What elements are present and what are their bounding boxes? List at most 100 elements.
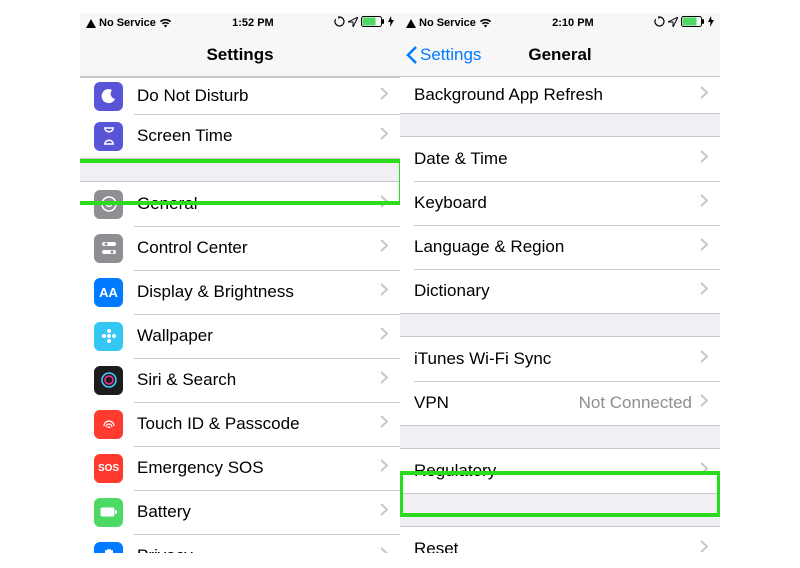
row-label: Touch ID & Passcode bbox=[137, 414, 380, 434]
row-battery[interactable]: Battery bbox=[80, 490, 400, 534]
wifi-icon bbox=[479, 18, 492, 28]
location-icon bbox=[348, 17, 358, 30]
chevron-right-icon bbox=[700, 150, 708, 168]
row-label: Reset bbox=[414, 539, 700, 553]
row-label: General bbox=[137, 194, 380, 214]
settings-list[interactable]: Do Not Disturb Screen Time General Contr… bbox=[80, 77, 400, 553]
hourglass-icon bbox=[94, 122, 123, 151]
section-gap bbox=[400, 493, 720, 527]
location-icon bbox=[668, 17, 678, 30]
chevron-right-icon bbox=[380, 415, 388, 433]
wifi-icon bbox=[159, 18, 172, 28]
page-title: Settings bbox=[206, 45, 273, 65]
refresh-icon bbox=[654, 16, 665, 30]
row-display-brightness[interactable]: AA Display & Brightness bbox=[80, 270, 400, 314]
row-label: Display & Brightness bbox=[137, 282, 380, 302]
carrier-text: No Service bbox=[99, 17, 156, 29]
row-label: Regulatory bbox=[414, 461, 700, 481]
row-label: Date & Time bbox=[414, 149, 700, 169]
section-gap bbox=[80, 158, 400, 182]
chevron-right-icon bbox=[380, 371, 388, 389]
row-label: VPN bbox=[414, 393, 579, 413]
row-vpn[interactable]: VPN Not Connected bbox=[400, 381, 720, 425]
chevron-right-icon bbox=[700, 282, 708, 300]
row-label: iTunes Wi-Fi Sync bbox=[414, 349, 700, 369]
chevron-right-icon bbox=[380, 503, 388, 521]
row-siri-search[interactable]: Siri & Search bbox=[80, 358, 400, 402]
chevron-right-icon bbox=[700, 350, 708, 368]
status-bar: No Service 1:52 PM bbox=[80, 13, 400, 33]
row-general[interactable]: General bbox=[80, 182, 400, 226]
siri-icon bbox=[94, 366, 123, 395]
nav-bar: Settings bbox=[80, 33, 400, 77]
moon-icon bbox=[94, 82, 123, 111]
chevron-right-icon bbox=[380, 459, 388, 477]
nav-bar: Settings General bbox=[400, 33, 720, 77]
battery-icon bbox=[361, 16, 385, 30]
row-touch-id[interactable]: Touch ID & Passcode bbox=[80, 402, 400, 446]
row-label: Wallpaper bbox=[137, 326, 380, 346]
flower-icon bbox=[94, 322, 123, 351]
general-list[interactable]: Background App Refresh Date & Time Keybo… bbox=[400, 77, 720, 553]
chevron-right-icon bbox=[380, 87, 388, 105]
row-control-center[interactable]: Control Center bbox=[80, 226, 400, 270]
row-label: Keyboard bbox=[414, 193, 700, 213]
status-time: 1:52 PM bbox=[232, 17, 274, 29]
charging-icon bbox=[708, 16, 714, 30]
row-language-region[interactable]: Language & Region bbox=[400, 225, 720, 269]
chevron-right-icon bbox=[380, 283, 388, 301]
chevron-right-icon bbox=[700, 394, 708, 412]
status-time: 2:10 PM bbox=[552, 17, 594, 29]
chevron-right-icon bbox=[380, 195, 388, 213]
warning-icon bbox=[406, 19, 416, 28]
refresh-icon bbox=[334, 16, 345, 30]
carrier-text: No Service bbox=[419, 17, 476, 29]
section-gap bbox=[400, 113, 720, 137]
sos-icon: SOS bbox=[94, 454, 123, 483]
status-bar: No Service 2:10 PM bbox=[400, 13, 720, 33]
charging-icon bbox=[388, 16, 394, 30]
chevron-right-icon bbox=[380, 239, 388, 257]
row-label: Do Not Disturb bbox=[137, 86, 380, 106]
chevron-right-icon bbox=[700, 86, 708, 104]
row-regulatory[interactable]: Regulatory bbox=[400, 449, 720, 493]
row-label: Emergency SOS bbox=[137, 458, 380, 478]
chevron-right-icon bbox=[700, 540, 708, 553]
row-date-time[interactable]: Date & Time bbox=[400, 137, 720, 181]
row-label: Siri & Search bbox=[137, 370, 380, 390]
row-label: Background App Refresh bbox=[414, 85, 700, 105]
row-itunes-wifi-sync[interactable]: iTunes Wi-Fi Sync bbox=[400, 337, 720, 381]
battery-icon bbox=[94, 498, 123, 527]
hand-icon bbox=[94, 542, 123, 554]
chevron-right-icon bbox=[380, 547, 388, 553]
section-gap bbox=[400, 425, 720, 449]
row-label: Battery bbox=[137, 502, 380, 522]
battery-icon bbox=[681, 16, 705, 30]
row-label: Language & Region bbox=[414, 237, 700, 257]
chevron-right-icon bbox=[380, 327, 388, 345]
row-background-app-refresh[interactable]: Background App Refresh bbox=[400, 77, 720, 113]
section-gap bbox=[400, 313, 720, 337]
row-detail: Not Connected bbox=[579, 393, 692, 413]
chevron-right-icon bbox=[380, 127, 388, 145]
row-reset[interactable]: Reset bbox=[400, 527, 720, 553]
row-wallpaper[interactable]: Wallpaper bbox=[80, 314, 400, 358]
back-button[interactable]: Settings bbox=[406, 45, 481, 65]
general-screen: No Service 2:10 PM Settings General Back… bbox=[400, 13, 720, 553]
row-keyboard[interactable]: Keyboard bbox=[400, 181, 720, 225]
row-label: Dictionary bbox=[414, 281, 700, 301]
row-label: Privacy bbox=[137, 546, 380, 553]
row-label: Screen Time bbox=[137, 126, 380, 146]
back-label: Settings bbox=[420, 45, 481, 65]
fingerprint-icon bbox=[94, 410, 123, 439]
row-emergency-sos[interactable]: SOS Emergency SOS bbox=[80, 446, 400, 490]
gear-icon bbox=[94, 190, 123, 219]
chevron-right-icon bbox=[700, 194, 708, 212]
row-dictionary[interactable]: Dictionary bbox=[400, 269, 720, 313]
chevron-left-icon bbox=[406, 45, 418, 65]
row-screen-time[interactable]: Screen Time bbox=[80, 114, 400, 158]
row-label: Control Center bbox=[137, 238, 380, 258]
settings-screen: No Service 1:52 PM Settings Do Not Distu… bbox=[80, 13, 400, 553]
row-privacy[interactable]: Privacy bbox=[80, 534, 400, 553]
row-do-not-disturb[interactable]: Do Not Disturb bbox=[80, 78, 400, 114]
